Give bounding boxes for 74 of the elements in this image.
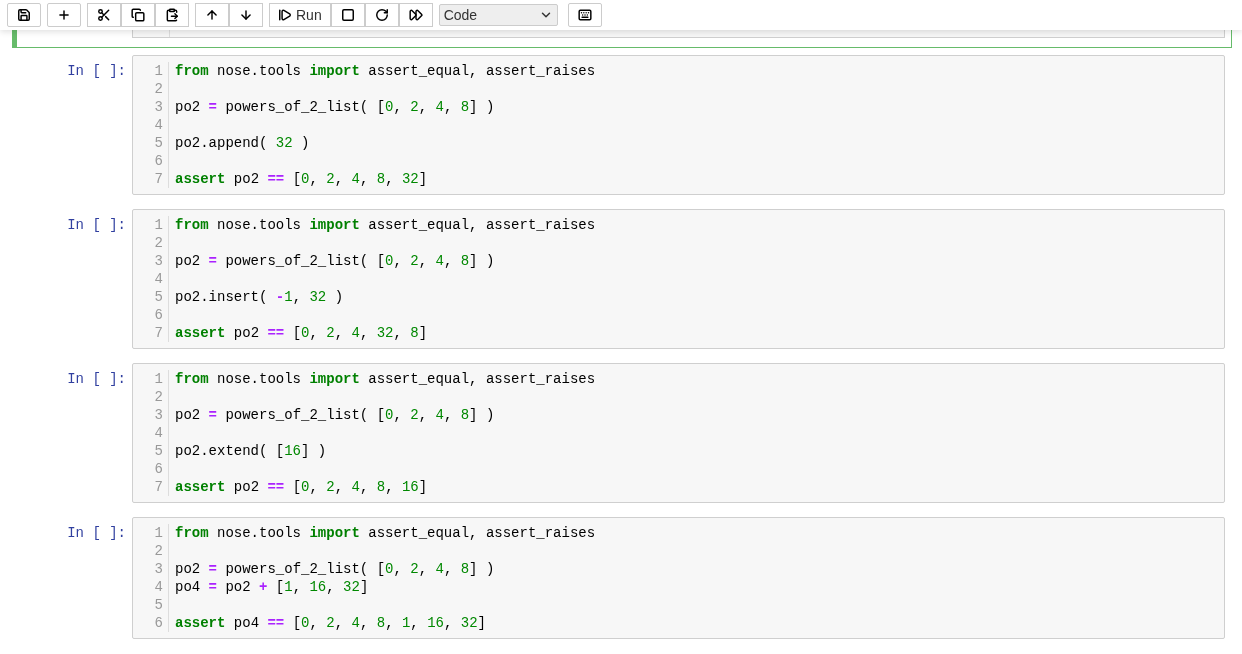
cell-prompt: In [ ]: — [66, 370, 127, 388]
line-number: 4 — [154, 424, 163, 442]
line-number: 2 — [154, 542, 163, 560]
line-number: 6 — [154, 306, 163, 324]
line-number: 4 — [154, 116, 163, 134]
code-line: po2 = powers_of_2_list( [0, 2, 4, 8] ) — [175, 253, 495, 269]
line-number: 3 — [154, 252, 163, 270]
code-line: po2 = powers_of_2_list( [0, 2, 4, 8] ) — [175, 561, 495, 577]
paste-button[interactable] — [155, 3, 189, 27]
line-number: 6 — [154, 152, 163, 170]
code-line: assert po4 == [0, 2, 4, 8, 1, 16, 32] — [175, 615, 486, 631]
restart-icon — [374, 8, 389, 22]
code-line: from nose.tools import assert_equal, assert_raises — [175, 371, 596, 387]
line-number: 7 — [154, 324, 163, 342]
line-number: 2 — [154, 388, 163, 406]
line-number: 5 — [154, 288, 163, 306]
save-icon — [17, 8, 31, 22]
code-line: po4 = po2 + [1, 16, 32] — [175, 579, 369, 595]
cell-prompt: In [ ]: — [66, 216, 127, 234]
restart-button[interactable] — [364, 3, 399, 27]
code-line: assert po2 == [0, 2, 4, 8, 16] — [175, 479, 428, 495]
arrow-up-button[interactable] — [195, 3, 229, 27]
line-number: 1 — [154, 62, 163, 80]
stop-icon — [340, 8, 355, 22]
copy-button[interactable] — [121, 3, 155, 27]
save-button[interactable] — [7, 3, 41, 27]
copy-icon — [131, 8, 145, 22]
keyboard-button[interactable] — [567, 3, 602, 27]
paste-icon — [165, 8, 179, 22]
step-icon — [278, 8, 292, 22]
line-number: 3 — [154, 98, 163, 116]
code-editor[interactable]: 1 2 3 4 5 6 7 from nose.tools import assert_equal, assert_raises po2 = powers_of_2_list( [0, 2, 4, 8] ) po2.insert( -1, 32 ) assert po2 == [0, 2, 4, 32, 8] — [132, 209, 1225, 349]
run-button[interactable]: Run — [269, 3, 331, 27]
arrow-down-button[interactable] — [229, 3, 263, 27]
scissors-button[interactable] — [87, 3, 121, 27]
line-number: 5 — [154, 596, 163, 614]
scissors-icon — [97, 8, 111, 22]
code-editor[interactable]: 1 2 3 4 5 6 from nose.tools import assert_equal, assert_raises po2 = powers_of_2_list( [0, 2, 4, 8] ) po4 = po2 + [1, 16, 32] assert po4 == [0, 2, 4, 8, 1, 16, 32] — [132, 517, 1225, 639]
line-number: 3 — [154, 406, 163, 424]
cell-type-select[interactable]: Code — [438, 4, 558, 26]
line-number: 7 — [154, 478, 163, 496]
code-line: assert po2 == [0, 2, 4, 8, 32] — [175, 171, 428, 187]
cell-prompt: In [ ]: — [66, 62, 127, 80]
code-line: po2.insert( -1, 32 ) — [175, 289, 344, 305]
line-number: 4 — [154, 578, 163, 596]
line-number: 2 — [154, 234, 163, 252]
line-number: 2 — [154, 80, 163, 98]
code-line: po2 = powers_of_2_list( [0, 2, 4, 8] ) — [175, 407, 495, 423]
fast-forward-button[interactable] — [398, 3, 433, 27]
line-number: 5 — [154, 442, 163, 460]
code-line: from nose.tools import assert_equal, assert_raises — [175, 217, 596, 233]
line-number: 1 — [154, 524, 163, 542]
fast-forward-icon — [408, 8, 423, 22]
line-number: 5 — [154, 134, 163, 152]
plus-button[interactable] — [47, 3, 81, 27]
line-number: 6 — [154, 460, 163, 478]
stop-button[interactable] — [330, 3, 365, 27]
line-number: 7 — [154, 170, 163, 188]
line-number: 3 — [154, 560, 163, 578]
line-number: 1 — [154, 370, 163, 388]
line-number: 4 — [154, 270, 163, 288]
plus-icon — [57, 8, 71, 22]
code-editor[interactable]: 1 2 3 4 5 6 7 from nose.tools import assert_equal, assert_raises po2 = powers_of_2_list( [0, 2, 4, 8] ) po2.append( 32 ) assert po2 == [0, 2, 4, 8, 32] — [132, 55, 1225, 195]
cell-prompt: In [ ]: — [66, 524, 127, 542]
code-editor[interactable]: 1 2 3 4 5 6 7 from nose.tools import assert_equal, assert_raises po2 = powers_of_2_list( [0, 2, 4, 8] ) po2.extend( [16] ) assert po2 == [0, 2, 4, 8, 16] — [132, 363, 1225, 503]
code-line: po2 = powers_of_2_list( [0, 2, 4, 8] ) — [175, 99, 495, 115]
code-line: po2.append( 32 ) — [175, 135, 310, 151]
code-line: from nose.tools import assert_equal, assert_raises — [175, 63, 596, 79]
code-line: assert po2 == [0, 2, 4, 32, 8] — [175, 325, 428, 341]
keyboard-icon — [577, 8, 592, 22]
line-number: 1 — [154, 216, 163, 234]
line-number: 6 — [154, 614, 163, 632]
code-line: po2.extend( [16] ) — [175, 443, 327, 459]
code-line: from nose.tools import assert_equal, assert_raises — [175, 525, 596, 541]
